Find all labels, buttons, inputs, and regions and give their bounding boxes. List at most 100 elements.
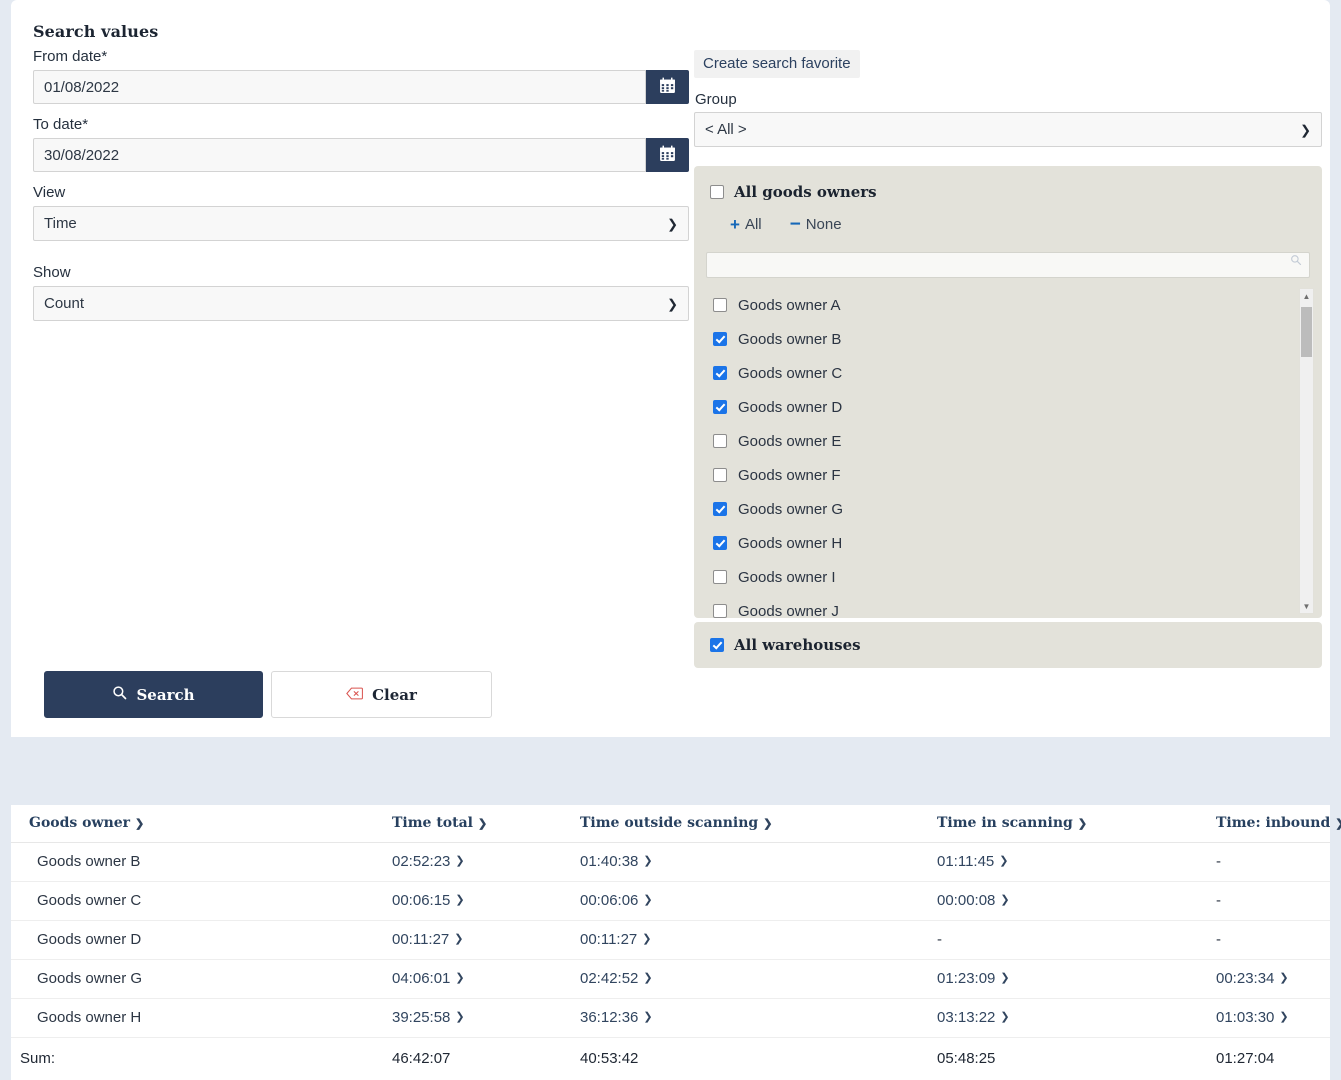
goods-owner-item[interactable]: Goods owner J — [694, 594, 1322, 618]
scroll-up-arrow-icon[interactable]: ▲ — [1300, 289, 1313, 303]
clear-button[interactable]: Clear — [271, 671, 492, 718]
goods-owner-checkbox[interactable] — [713, 570, 727, 584]
chevron-down-icon: ❯ — [1279, 1012, 1288, 1023]
search-button-label: Search — [136, 686, 194, 704]
cell-time-outside-scanning: 02:42:52❯ — [580, 960, 937, 999]
chevron-down-icon: ❯ — [1335, 818, 1341, 829]
chevron-down-icon: ❯ — [455, 1012, 464, 1023]
empty-value: - — [1216, 892, 1221, 909]
select-all-button[interactable]: + All — [730, 216, 762, 233]
goods-owner-item[interactable]: Goods owner C — [694, 356, 1322, 390]
column-header-label: Time outside scanning — [580, 815, 758, 831]
goods-owner-item[interactable]: Goods owner A — [694, 288, 1322, 322]
table-row: Goods owner H39:25:58❯36:12:36❯03:13:22❯… — [11, 999, 1330, 1038]
value-dropdown[interactable]: 03:13:22❯ — [937, 1009, 1010, 1026]
goods-owners-list: Goods owner AGoods owner B Goods owner C G… — [694, 288, 1322, 618]
value-dropdown[interactable]: 04:06:01❯ — [392, 970, 465, 987]
goods-owner-item[interactable]: Goods owner D — [694, 390, 1322, 424]
cell-time-in-scanning: 01:11:45❯ — [937, 843, 1216, 882]
cell-sum-time-inbound: 01:27:04 — [1216, 1038, 1330, 1080]
goods-owner-checkbox[interactable] — [713, 502, 727, 516]
value-dropdown[interactable]: 02:52:23❯ — [392, 853, 465, 870]
goods-owner-item[interactable]: Goods owner G — [694, 492, 1322, 526]
cell-time-in-scanning: - — [937, 921, 1216, 960]
value-dropdown[interactable]: 00:00:08❯ — [937, 892, 1010, 909]
value-text: 00:06:15 — [392, 892, 450, 909]
group-select[interactable]: < All > — [694, 112, 1322, 147]
goods-owner-checkbox[interactable] — [713, 536, 727, 550]
value-dropdown[interactable]: 39:25:58❯ — [392, 1009, 465, 1026]
all-goods-owners-label: All goods owners — [734, 183, 877, 201]
goods-owner-label: Goods owner J — [738, 603, 839, 619]
results-table-card: Goods owner❯ Time total❯ Time outside sc… — [11, 805, 1330, 1080]
from-date-calendar-button[interactable] — [646, 70, 689, 104]
goods-owner-item[interactable]: Goods owner B — [694, 322, 1322, 356]
value-dropdown[interactable]: 01:40:38❯ — [580, 853, 653, 870]
table-row: Goods owner B02:52:23❯01:40:38❯01:11:45❯… — [11, 843, 1330, 882]
goods-owner-checkbox[interactable] — [713, 434, 727, 448]
from-date-input[interactable] — [33, 70, 646, 104]
value-dropdown[interactable]: 02:42:52❯ — [580, 970, 653, 987]
goods-owner-item[interactable]: Goods owner F — [694, 458, 1322, 492]
goods-owner-item[interactable]: Goods owner I — [694, 560, 1322, 594]
goods-owner-checkbox[interactable] — [713, 366, 727, 380]
column-header-time-outside-scanning[interactable]: Time outside scanning ❯ — [580, 805, 937, 843]
create-search-favorite-button[interactable]: Create search favorite — [694, 50, 860, 78]
value-text: 00:23:34 — [1216, 970, 1274, 987]
goods-owner-item[interactable]: Goods owner H — [694, 526, 1322, 560]
goods-owner-label: Goods owner C — [738, 365, 842, 382]
column-header-time-inbound[interactable]: Time: inbound❯ — [1216, 805, 1330, 843]
all-goods-owners-checkbox[interactable] — [710, 185, 724, 199]
search-button[interactable]: Search — [44, 671, 263, 718]
goods-owner-item[interactable]: Goods owner E — [694, 424, 1322, 458]
page-root: Search values From date* — [0, 0, 1341, 1046]
scroll-down-arrow-icon[interactable]: ▼ — [1300, 599, 1313, 613]
value-dropdown[interactable]: 00:06:15 ❯ — [392, 892, 465, 909]
all-goods-owners-row[interactable]: All goods owners — [710, 183, 1322, 201]
chevron-down-icon: ❯ — [455, 895, 464, 906]
table-row: Goods owner D00:11:27❯00:11:27❯-- — [11, 921, 1330, 960]
value-dropdown[interactable]: 00:06:06 ❯ — [580, 892, 653, 909]
value-text: 00:06:06 — [580, 892, 638, 909]
scrollbar-thumb[interactable] — [1301, 307, 1312, 357]
to-date-calendar-button[interactable] — [646, 138, 689, 172]
goods-owner-checkbox[interactable] — [713, 604, 727, 618]
goods-owner-checkbox[interactable] — [713, 332, 727, 346]
goods-owner-label: Goods owner H — [738, 535, 842, 552]
cell-sum-time-outside-scanning: 40:53:42 — [580, 1038, 937, 1080]
to-date-label: To date* — [33, 116, 689, 134]
goods-owner-label: Goods owner I — [738, 569, 836, 586]
to-date-input[interactable] — [33, 138, 646, 172]
goods-owners-filter — [694, 234, 1322, 278]
column-header-label: Time total — [392, 815, 473, 831]
value-dropdown[interactable]: 01:03:30❯ — [1216, 1009, 1289, 1026]
all-warehouses-checkbox[interactable] — [710, 638, 724, 652]
view-label: View — [33, 184, 689, 202]
show-select[interactable]: Count — [33, 286, 689, 321]
select-none-button[interactable]: − None — [790, 215, 842, 234]
column-header-time-in-scanning[interactable]: Time in scanning❯ — [937, 805, 1216, 843]
goods-owners-filter-input[interactable] — [706, 252, 1310, 278]
column-header-time-total[interactable]: Time total❯ — [392, 805, 580, 843]
value-text: 36:12:36 — [580, 1009, 638, 1026]
all-warehouses-row[interactable]: All warehouses — [710, 636, 1322, 654]
cell-sum-label: Sum: — [11, 1038, 392, 1080]
cell-time-outside-scanning: 00:06:06 ❯ — [580, 882, 937, 921]
value-dropdown[interactable]: 00:11:27❯ — [580, 931, 652, 948]
value-dropdown[interactable]: 00:23:34❯ — [1216, 970, 1289, 987]
value-dropdown[interactable]: 00:11:27❯ — [392, 931, 464, 948]
chevron-down-icon: ❯ — [763, 818, 772, 829]
select-all-label: All — [745, 216, 762, 233]
view-select[interactable]: Time — [33, 206, 689, 241]
chevron-down-icon: ❯ — [643, 895, 652, 906]
goods-owner-checkbox[interactable] — [713, 298, 727, 312]
value-dropdown[interactable]: 36:12:36❯ — [580, 1009, 653, 1026]
goods-owner-checkbox[interactable] — [713, 468, 727, 482]
goods-owner-checkbox[interactable] — [713, 400, 727, 414]
goods-owner-label: Goods owner G — [738, 501, 843, 518]
value-dropdown[interactable]: 01:11:45❯ — [937, 853, 1009, 870]
column-header-goods-owner[interactable]: Goods owner❯ — [11, 805, 392, 843]
value-dropdown[interactable]: 01:23:09❯ — [937, 970, 1010, 987]
goods-owners-scrollbar[interactable]: ▲ ▼ — [1299, 288, 1314, 614]
goods-owners-list-rows: Goods owner AGoods owner B Goods owner C G… — [694, 288, 1322, 618]
